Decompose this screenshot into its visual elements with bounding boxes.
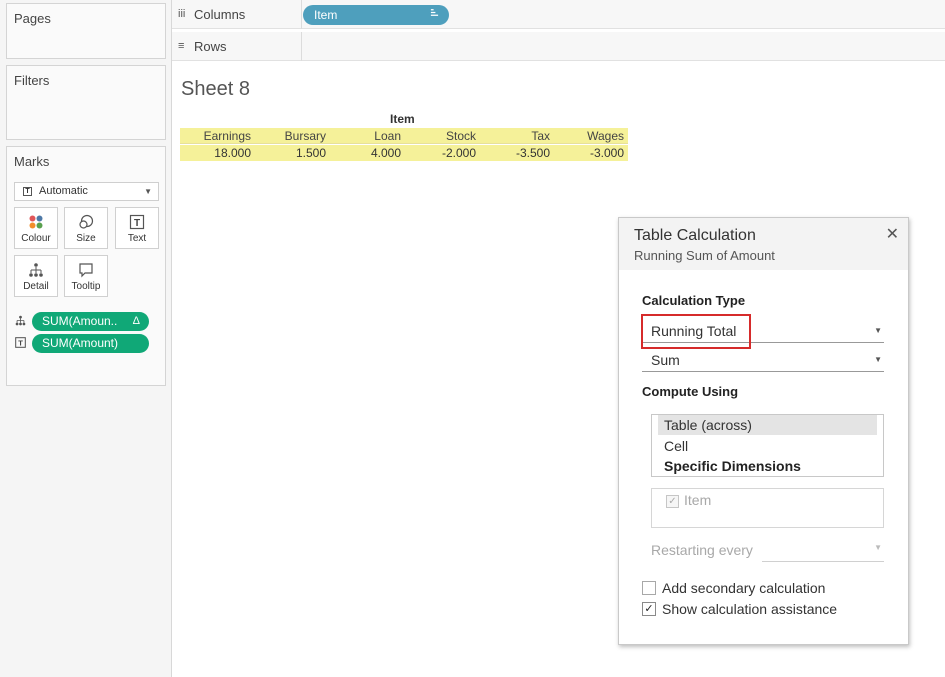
column-header[interactable]: Wages (550, 128, 624, 144)
chevron-down-icon: ▼ (144, 187, 152, 196)
sheet-title: Sheet 8 (181, 78, 250, 100)
calculation-assistance-checkbox[interactable]: ✓ (642, 602, 656, 616)
text-icon: T (23, 187, 32, 196)
highlight-box (641, 314, 751, 349)
mark-type-label: Automatic (39, 185, 88, 197)
text-icon: T (14, 337, 27, 350)
detail-icon (15, 256, 57, 278)
chevron-down-icon: ▼ (874, 543, 882, 552)
rows-label: Rows (194, 39, 227, 54)
tooltip-button[interactable]: Tooltip (64, 255, 108, 297)
value-cell[interactable]: -3.500 (476, 145, 550, 161)
compute-option-specific-dimensions[interactable]: Specific Dimensions (658, 456, 877, 476)
colour-button[interactable]: Colour (14, 207, 58, 249)
svg-text:T: T (18, 339, 23, 348)
compute-using-label: Compute Using (642, 384, 739, 399)
sort-icon[interactable] (430, 5, 439, 25)
size-label: Size (76, 233, 96, 244)
value-cell[interactable]: 4.000 (326, 145, 401, 161)
detail-icon (14, 315, 27, 328)
column-header[interactable]: Tax (476, 128, 550, 144)
colour-label: Colour (21, 233, 51, 244)
svg-text:T: T (134, 218, 140, 229)
size-icon (65, 208, 107, 230)
delta-icon: Δ (132, 315, 140, 327)
close-icon[interactable]: ✕ (886, 224, 899, 244)
detail-label: Detail (23, 281, 49, 292)
column-header[interactable]: Stock (401, 128, 476, 144)
rows-shelf-label: ≡ Rows (172, 32, 302, 61)
sum-amount-delta-pill[interactable]: SUM(Amoun.. Δ (32, 312, 149, 331)
secondary-calculation-label: Add secondary calculation (662, 580, 826, 596)
tooltip-label: Tooltip (71, 281, 101, 292)
value-cell[interactable]: -3.000 (550, 145, 624, 161)
text-button[interactable]: T Text (115, 207, 159, 249)
compute-using-list: Table (across) Cell Specific Dimensions (651, 414, 884, 477)
compute-option-table-across[interactable]: Table (across) (658, 415, 877, 435)
value-row: 18.000 1.500 4.000 -2.000 -3.500 -3.000 (180, 145, 628, 161)
column-header[interactable]: Earnings (180, 128, 251, 144)
table-calculation-dialog: Table Calculation Running Sum of Amount … (618, 217, 909, 645)
tooltip-icon (65, 256, 107, 278)
column-header[interactable]: Bursary (251, 128, 326, 144)
columns-shelf: iii Columns Item (172, 0, 945, 29)
mark-type-dropdown[interactable]: T Automatic ▼ (14, 182, 159, 201)
text-icon: T (116, 208, 158, 230)
column-header-row: Earnings Bursary Loan Stock Tax Wages (180, 128, 628, 144)
restarting-every-label: Restarting every (651, 542, 753, 558)
columns-label: Columns (194, 7, 246, 22)
column-header[interactable]: Loan (326, 128, 401, 144)
calculation-assistance-label: Show calculation assistance (662, 601, 838, 617)
value-cell[interactable]: -2.000 (401, 145, 476, 161)
chevron-down-icon: ▼ (874, 326, 882, 335)
pages-title: Pages (14, 11, 51, 26)
rows-icon: ≡ (178, 40, 185, 52)
marks-title: Marks (14, 154, 50, 169)
rows-shelf: ≡ Rows (172, 32, 945, 61)
item-dimension-checkbox: ✓ (666, 495, 679, 508)
value-cell[interactable]: 18.000 (180, 145, 251, 161)
item-dimension-label: Item (684, 492, 712, 508)
aggregation-dropdown[interactable]: Sum ▼ (642, 348, 884, 372)
chevron-down-icon: ▼ (874, 355, 882, 364)
value-cell[interactable]: 1.500 (251, 145, 326, 161)
columns-shelf-label: iii Columns (172, 0, 302, 29)
pill-label: SUM(Amount) (42, 336, 119, 350)
aggregation-value: Sum (651, 352, 680, 368)
calculation-type-label: Calculation Type (642, 293, 746, 308)
pill-label: SUM(Amoun.. (42, 314, 118, 328)
filters-card[interactable]: Filters (6, 65, 166, 140)
text-label: Text (127, 233, 147, 244)
dimensions-box: ✓ Item (651, 488, 884, 528)
item-header: Item (390, 112, 415, 126)
size-button[interactable]: Size (64, 207, 108, 249)
detail-button[interactable]: Detail (14, 255, 58, 297)
restarting-every-dropdown: ▼ (762, 540, 884, 562)
columns-icon: iii (178, 8, 186, 20)
secondary-calculation-checkbox[interactable] (642, 581, 656, 595)
item-column-pill[interactable]: Item (303, 5, 449, 25)
dialog-subtitle: Running Sum of Amount (634, 248, 775, 263)
sum-amount-pill[interactable]: SUM(Amount) (32, 334, 149, 353)
column-pill-label: Item (314, 8, 338, 22)
dialog-title: Table Calculation (634, 227, 756, 244)
dialog-header: Table Calculation Running Sum of Amount … (619, 218, 908, 270)
colour-icon (15, 208, 57, 230)
left-pane: Pages Filters Marks T Automatic ▼ Colour… (0, 0, 172, 677)
filters-title: Filters (14, 73, 50, 88)
compute-option-cell[interactable]: Cell (658, 436, 877, 456)
pages-card[interactable]: Pages (6, 3, 166, 59)
